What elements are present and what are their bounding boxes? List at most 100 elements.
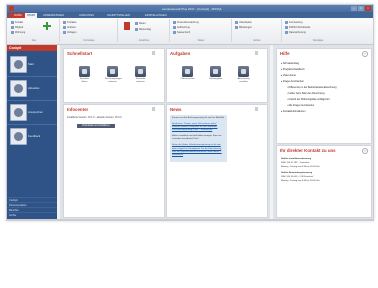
ribbon-group-label: Sonstiges xyxy=(312,39,324,42)
tile-label: Offene posten xyxy=(180,78,195,80)
ribbon-group-label: Ansichten xyxy=(138,39,150,42)
sidebar-item-label: Aktuelles xyxy=(28,86,40,90)
ribbon-item[interactable]: Mitteilungen xyxy=(235,26,252,29)
edit-icon[interactable] xyxy=(255,107,258,111)
ribbon-item[interactable]: Mietvertrag xyxy=(135,28,151,31)
news-item: Kennen sie den Buchungsvertrag für die i… xyxy=(172,117,225,119)
sidebar-nav-archiv[interactable]: Archiv xyxy=(7,212,57,217)
main-content: Schnellstart Bestellen öffnen Buchhungsu… xyxy=(60,45,270,219)
help-sublink[interactable]: Alle Fragen & Antworten xyxy=(287,104,314,107)
sidebar-header: Cockpit xyxy=(7,45,57,51)
close-button[interactable]: × xyxy=(365,6,371,11)
help-sublink[interactable]: Ansicht der Wohnungsliste schlägt fehl xyxy=(287,98,329,101)
tile-zahlungsplan[interactable]: Zahlungsplan xyxy=(208,66,223,81)
document-icon xyxy=(135,66,146,77)
ribbon-group-sonstiges: Fernwartung DATEV-Schnittstelle Datensic… xyxy=(283,19,353,42)
contact-phone: 0900 100 31 181* - kostenlos xyxy=(281,162,310,164)
ribbon-item[interactable]: Mitglied xyxy=(11,26,23,29)
sidebar-item-label: Ansprechen xyxy=(28,110,43,114)
ribbon-item[interactable]: Fristenüberwachung xyxy=(173,21,199,24)
status-bar xyxy=(7,219,373,220)
tile-label: Abrechnung erstellen xyxy=(237,78,250,83)
bookmark-icon[interactable] xyxy=(123,22,131,30)
ribbon-group-ansichten: Mieter Mietvertrag Ansichten xyxy=(119,19,170,42)
ribbon-item[interactable]: Wohnung xyxy=(11,31,25,34)
tile-abrechnung[interactable]: Abrechnung erstellen xyxy=(236,66,251,84)
tile-bestellen[interactable]: Bestellen öffnen xyxy=(77,66,92,84)
news-item[interactable]: Hinter der Huber Urlaubsterminplanung is… xyxy=(172,144,225,157)
ribbon-group-label: Neu xyxy=(31,39,37,42)
help-link[interactable]: Kontaktinformationen xyxy=(281,110,306,113)
house-icon xyxy=(10,56,27,73)
panel-title: Infocenter xyxy=(67,107,89,112)
app-logo-icon xyxy=(9,6,14,11)
ribbon-item[interactable]: Vorlagen xyxy=(63,31,76,34)
help-sublink[interactable]: Differenzen in der Betriebskostenabrechn… xyxy=(287,86,337,89)
help-link[interactable]: Programmhandbuch xyxy=(281,68,305,71)
sidebar-item-label: Feedback xyxy=(28,134,41,138)
ribbon-group-extras: Urlaubsplan Mitteilungen Extras xyxy=(233,19,282,42)
news-panel: News Kennen sie den Buchungsvertrag für … xyxy=(166,104,268,218)
panel-title: News xyxy=(170,107,182,112)
order-icon xyxy=(79,66,90,77)
people-icon xyxy=(10,104,27,121)
news-item[interactable]: Sparkasse: "Karten, wann „Mit weiteren t… xyxy=(172,123,225,133)
download-install-button[interactable]: Download und installieren xyxy=(77,124,115,128)
tile-offene-posten[interactable]: Offene posten xyxy=(180,66,195,81)
maximize-button[interactable]: □ xyxy=(358,6,364,11)
ribbon-item[interactable]: DATEV-Schnittstelle xyxy=(285,26,310,29)
ribbon-item[interactable]: Mieter xyxy=(135,22,146,25)
contact-heading: Hotline Anwendungsberatung xyxy=(281,172,313,174)
edit-icon[interactable] xyxy=(255,51,258,55)
contact-hours: Montag - Freitag von 8:30 bis 18:00 Uhr xyxy=(281,180,320,182)
ribbon-item[interactable]: Kontakte xyxy=(63,21,76,24)
sidebar-item-aktuelles[interactable]: Aktuelles xyxy=(9,77,55,99)
help-link[interactable]: Video-Kurse xyxy=(281,74,296,77)
infocenter-panel: Infocenter Installierte Version: 15.1.0 … xyxy=(63,104,165,218)
window-title: Landesanwalt Plus 2017 - [Cockpit] - MSS… xyxy=(161,6,223,11)
tile-label: Stehende erfassen xyxy=(135,78,146,83)
panel-title: Ihr direkter Kontakt zu uns xyxy=(280,148,336,153)
ribbon-item[interactable]: Kassenbuch xyxy=(173,31,190,34)
help-icon[interactable]: ? xyxy=(362,148,368,154)
edit-icon[interactable] xyxy=(152,51,155,55)
help-link[interactable]: Fragen & Antworten xyxy=(281,80,304,83)
ribbon-group-label: Formulare xyxy=(83,39,95,42)
calendar-icon xyxy=(210,66,221,77)
ribbon-group-neu: Kontakt Mitglied Wohnung Neu xyxy=(9,19,60,42)
help-link[interactable]: Schnelleinstieg xyxy=(281,62,299,65)
ribbon-item[interactable]: Fernwartung xyxy=(285,21,302,24)
ribbon: Kontakt Mitglied Wohnung Neu Kontakte An… xyxy=(7,18,373,45)
add-icon[interactable] xyxy=(43,22,51,30)
tile-label: Zahlungsplan xyxy=(208,78,223,80)
contact-heading: Hotline Installationsberatung xyxy=(281,158,312,160)
ribbon-item[interactable]: Datensicherung xyxy=(285,31,306,34)
sidebar-item-start[interactable]: Start xyxy=(9,53,55,75)
schnellstart-panel: Schnellstart Bestellen öffnen Buchhungsu… xyxy=(63,48,165,103)
tile-buchungen[interactable]: Buchhungsungen erfassen xyxy=(105,66,123,84)
edit-icon[interactable] xyxy=(152,107,155,111)
right-column: Hilfe ? Schnelleinstieg Programmhandbuch… xyxy=(273,45,373,219)
tile-label: Bestellen öffnen xyxy=(80,78,89,83)
ribbon-group-label: Daten xyxy=(197,39,205,42)
contact-phone: 0900 100 30 000 - 1,99 Euro/min* xyxy=(281,176,314,178)
booking-icon xyxy=(107,66,118,77)
hilfe-panel: Hilfe ? Schnelleinstieg Programmhandbuch… xyxy=(276,48,372,144)
ribbon-item[interactable]: Urlaubsplan xyxy=(235,21,252,24)
list-icon xyxy=(182,66,193,77)
sidebar-item-ansprechen[interactable]: Ansprechen xyxy=(9,101,55,123)
sidebar-item-label: Start xyxy=(28,62,34,66)
ribbon-group-daten: Fristenüberwachung Aufbuchung Kassenbuch… xyxy=(171,19,232,42)
tile-label: Buchhungsungen erfassen xyxy=(105,78,123,83)
panel-title: Aufgaben xyxy=(170,51,191,56)
ribbon-item[interactable]: Aufbuchung xyxy=(173,26,190,29)
sidebar: Cockpit Start Aktuelles Ansprechen Feedb… xyxy=(7,45,57,220)
contact-hours: Montag - Freitag von 8:30 bis 18:00 Uhr xyxy=(281,166,320,168)
tile-stehende[interactable]: Stehende erfassen xyxy=(133,66,148,84)
minimize-button[interactable]: – xyxy=(351,6,357,11)
help-icon[interactable]: ? xyxy=(362,51,368,57)
sidebar-item-feedback[interactable]: Feedback xyxy=(9,125,55,147)
help-sublink[interactable]: Fehler beim Start der Abrechnung xyxy=(287,92,325,95)
ribbon-item[interactable]: Kontakt xyxy=(11,21,23,24)
ribbon-item[interactable]: Anbieter xyxy=(63,26,76,29)
